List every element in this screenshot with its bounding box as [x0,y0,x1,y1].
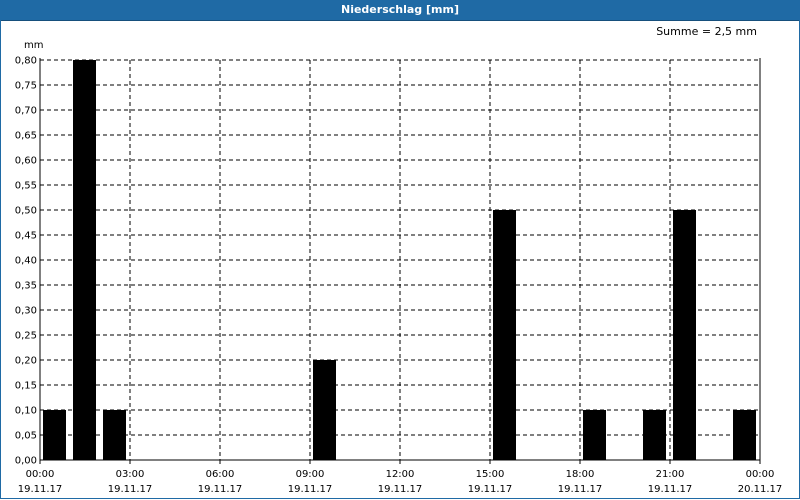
x-tick-date-label: 20.11.17 [738,484,783,495]
precipitation-bar [643,410,666,460]
y-tick-label: 0,10 [15,406,37,417]
y-tick-label: 0,65 [15,131,37,142]
x-tick-time-label: 12:00 [386,469,415,480]
y-tick-label: 0,05 [15,431,37,442]
x-tick-date-label: 19.11.17 [378,484,423,495]
y-tick-label: 0,45 [15,231,37,242]
x-tick-time-label: 21:00 [656,469,685,480]
y-tick-label: 0,35 [15,281,37,292]
precipitation-bar [73,60,96,460]
y-tick-label: 0,30 [15,306,37,317]
x-tick-time-label: 06:00 [206,469,235,480]
x-tick-time-label: 00:00 [26,469,55,480]
y-tick-label: 0,15 [15,381,37,392]
precipitation-bar [313,360,336,460]
x-tick-time-label: 09:00 [296,469,325,480]
x-tick-time-label: 15:00 [476,469,505,480]
precipitation-bar [493,210,516,460]
x-tick-time-label: 18:00 [566,469,595,480]
y-tick-label: 0,60 [15,156,37,167]
x-tick-labels: 00:00 19.11.17 03:00 19.11.17 06:00 19.11.17 0… [18,469,783,495]
y-tick-label: 0,00 [15,456,37,467]
y-tick-label: 0,80 [15,56,37,67]
y-tick-label: 0,55 [15,181,37,192]
y-tick-label: 0,20 [15,356,37,367]
precipitation-bar [673,210,696,460]
x-tick-time-label: 03:00 [116,469,145,480]
x-tick-date-label: 19.11.17 [18,484,63,495]
y-tick-label: 0,50 [15,206,37,217]
x-tick-date-label: 19.11.17 [558,484,603,495]
y-tick-label: 0,70 [15,106,37,117]
precipitation-bar [583,410,606,460]
precipitation-bar [733,410,756,460]
precipitation-chart: 0,00 0,05 0,10 0,15 0,20 0,25 0,30 0,35 0,40 0,45… [15,40,783,495]
x-tick-date-label: 19.11.17 [108,484,153,495]
precipitation-bar [103,410,126,460]
y-tick-labels: 0,00 0,05 0,10 0,15 0,20 0,25 0,30 0,35 0,40 0,45… [15,56,37,467]
x-tick-date-label: 19.11.17 [288,484,333,495]
x-tick-date-label: 19.11.17 [468,484,513,495]
y-tick-label: 0,25 [15,331,37,342]
precipitation-bar [43,410,66,460]
x-tick-date-label: 19.11.17 [648,484,693,495]
x-tick-date-label: 19.11.17 [198,484,243,495]
y-tick-label: 0,40 [15,256,37,267]
grid-lines [39,59,761,464]
y-axis-unit: mm [24,40,43,51]
x-tick-time-label: 00:00 [746,469,775,480]
y-tick-label: 0,75 [15,81,37,92]
